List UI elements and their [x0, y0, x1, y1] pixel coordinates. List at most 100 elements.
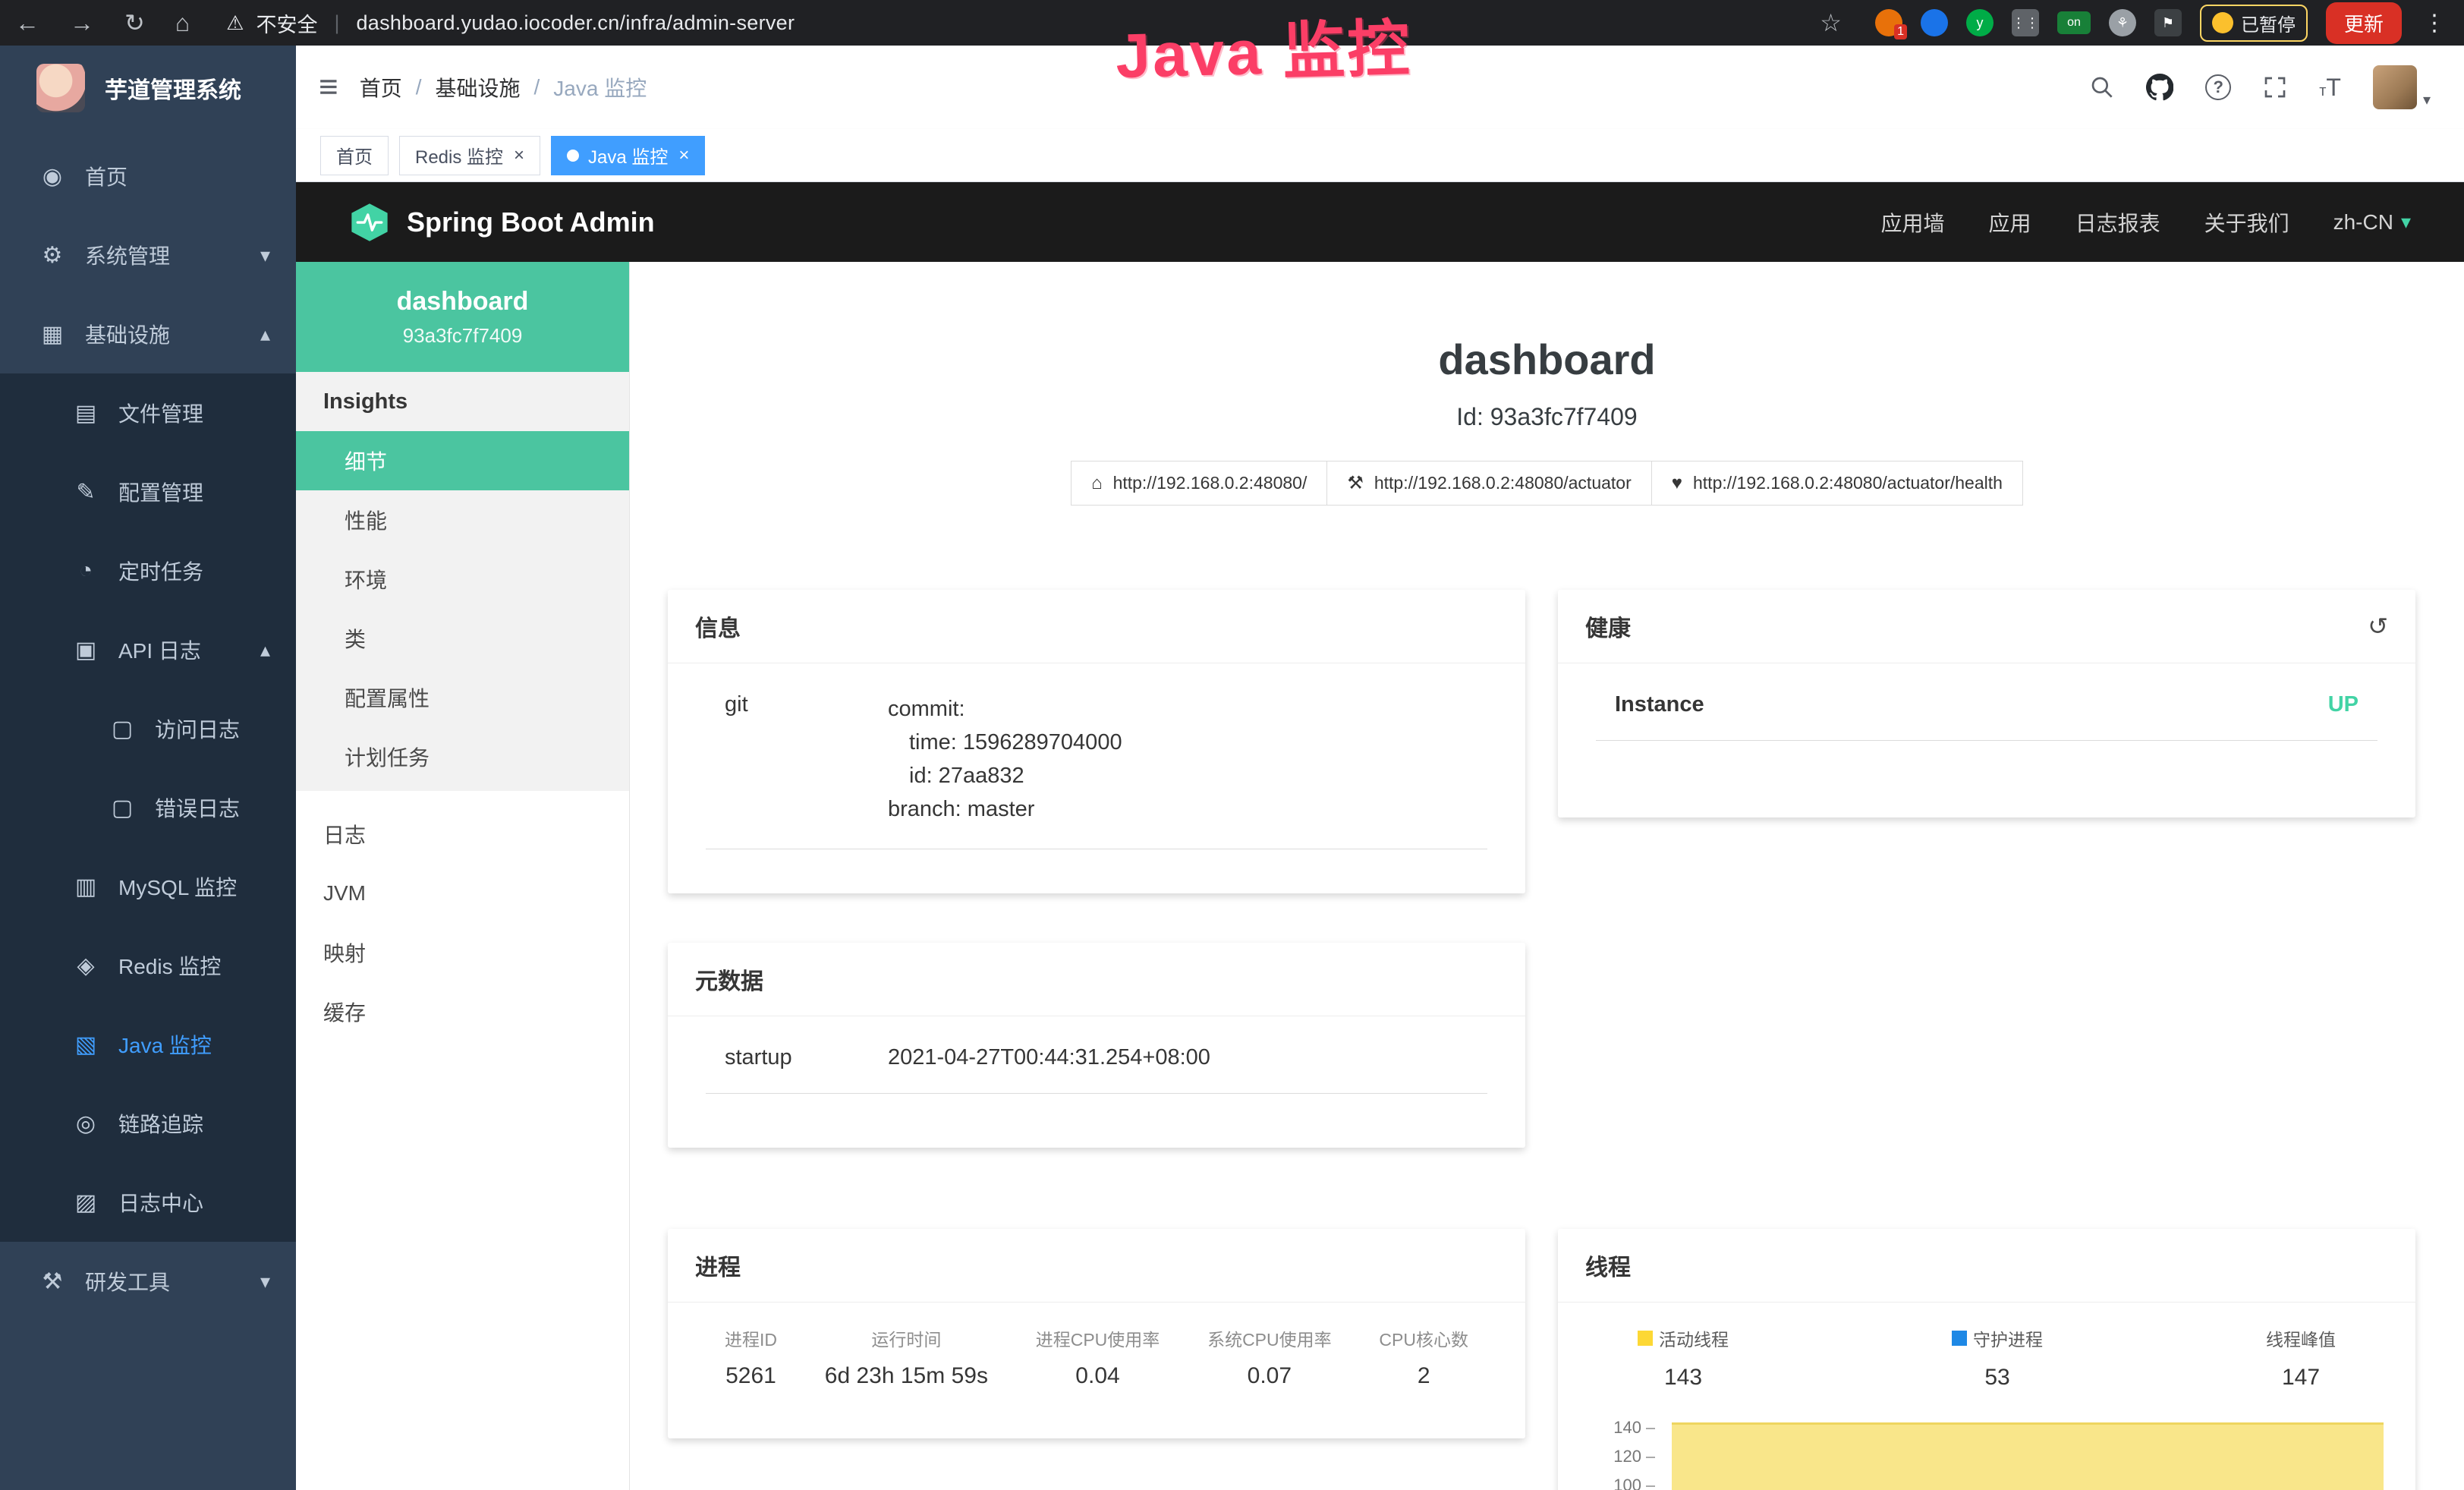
grid-extension-icon[interactable]: ⋮⋮: [2012, 9, 2039, 36]
update-button[interactable]: 更新: [2326, 2, 2402, 44]
forward-icon[interactable]: →: [70, 9, 94, 37]
sidebar-item-error-logs[interactable]: ▢ 错误日志: [0, 768, 296, 847]
sidebar-item-file-mgmt[interactable]: ▤ 文件管理: [0, 373, 296, 452]
app-title: 芋道管理系统: [105, 71, 241, 105]
actuator-url-button[interactable]: ⚒ http://192.168.0.2:48080/actuator: [1327, 461, 1651, 506]
tab-redis-monitor[interactable]: Redis 监控 ×: [399, 136, 540, 175]
github-icon[interactable]: [2146, 74, 2173, 101]
health-key: Instance: [1615, 692, 1704, 717]
warning-icon: ⚠: [226, 11, 244, 35]
info-line: branch: master: [888, 792, 1468, 826]
url-text[interactable]: dashboard.yudao.iocoder.cn/infra/admin-s…: [356, 11, 795, 35]
sba-nav-journal[interactable]: 日志报表: [2075, 207, 2160, 238]
paused-chip[interactable]: 已暂停: [2200, 5, 2308, 42]
sidebar-item-trace[interactable]: ◎ 链路追踪: [0, 1084, 296, 1163]
sidebar-item-config-mgmt[interactable]: ✎ 配置管理: [0, 452, 296, 531]
sidebar-item-access-logs[interactable]: ▢ 访问日志: [0, 689, 296, 768]
font-size-icon[interactable]: тT: [2319, 74, 2341, 102]
fox-extension-icon[interactable]: 1: [1875, 9, 1902, 36]
health-card-title: 健康: [1585, 610, 1631, 643]
wrench-icon: ⚒: [1347, 472, 1364, 494]
inst-item-scheduled[interactable]: 计划任务: [296, 727, 629, 786]
cell-value: 0.07: [1207, 1363, 1332, 1389]
user-menu[interactable]: ▾: [2373, 65, 2431, 109]
breadcrumb-home[interactable]: 首页: [360, 72, 402, 102]
inst-item-logs[interactable]: 日志: [296, 805, 629, 864]
process-col-sys-cpu: 系统CPU使用率 0.07: [1207, 1325, 1332, 1389]
sba-nav-about[interactable]: 关于我们: [2204, 207, 2289, 238]
leaf-extension-icon[interactable]: ⚘: [2109, 9, 2136, 36]
instance-header[interactable]: dashboard 93a3fc7f7409: [296, 262, 629, 372]
health-url-button[interactable]: ♥ http://192.168.0.2:48080/actuator/heal…: [1652, 461, 2023, 506]
switch-extension-icon[interactable]: on: [2057, 11, 2091, 34]
sidebar-item-java-monitor[interactable]: ▧ Java 监控: [0, 1005, 296, 1084]
inst-item-caches[interactable]: 缓存: [296, 982, 629, 1041]
process-col-pid: 进程ID 5261: [725, 1325, 777, 1389]
green-extension-icon[interactable]: y: [1966, 9, 1994, 36]
sidebar-item-scheduled-tasks[interactable]: ◔ 定时任务: [0, 531, 296, 610]
close-icon[interactable]: ×: [678, 145, 689, 166]
fullscreen-icon[interactable]: [2263, 75, 2287, 99]
breadcrumb-infrastructure[interactable]: 基础设施: [435, 72, 520, 102]
breadcrumb-separator: /: [534, 75, 540, 99]
inst-item-mappings[interactable]: 映射: [296, 923, 629, 982]
active-threads-swatch: [1638, 1331, 1653, 1346]
instance-url-button[interactable]: ⌂ http://192.168.0.2:48080/: [1071, 461, 1327, 506]
reload-icon[interactable]: ↻: [124, 8, 145, 37]
help-icon[interactable]: ?: [2205, 74, 2231, 100]
y-tick: 120: [1596, 1447, 1655, 1466]
back-icon[interactable]: ←: [15, 9, 39, 37]
column-header: 进程ID: [725, 1325, 777, 1351]
inst-item-performance[interactable]: 性能: [296, 490, 629, 550]
sba-nav-applications[interactable]: 应用: [1989, 207, 2031, 238]
history-icon[interactable]: ↺: [2368, 612, 2388, 641]
legend-value: 143: [1638, 1365, 1729, 1391]
edit-icon: ✎: [70, 479, 102, 506]
puzzle-extension-icon[interactable]: ⚑: [2154, 9, 2182, 36]
sba-brand[interactable]: Spring Boot Admin: [296, 202, 655, 243]
sba-locale-select[interactable]: zh-CN ▾: [2333, 210, 2411, 235]
inst-item-classes[interactable]: 类: [296, 609, 629, 668]
column-header: 运行时间: [825, 1325, 988, 1351]
sba-nav-wallboard[interactable]: 应用墙: [1881, 207, 1945, 238]
inst-item-jvm[interactable]: JVM: [296, 864, 629, 923]
app-logo-row[interactable]: 芋道管理系统: [0, 46, 296, 131]
legend-label: 守护进程: [1973, 1325, 2043, 1351]
sidebar-item-dev-tools[interactable]: ⚒ 研发工具 ▾: [0, 1242, 296, 1321]
avatar[interactable]: [2373, 65, 2417, 109]
tab-label: Redis 监控: [415, 142, 503, 169]
inst-item-config-props[interactable]: 配置属性: [296, 668, 629, 727]
sidebar-item-infrastructure[interactable]: ▦ 基础设施 ▴: [0, 295, 296, 373]
address-bar[interactable]: ⚠ 不安全 | dashboard.yudao.iocoder.cn/infra…: [226, 8, 795, 38]
hamburger-icon[interactable]: ≡: [319, 68, 338, 106]
legend-value: 53: [1952, 1365, 2043, 1391]
tab-java-monitor[interactable]: Java 监控 ×: [551, 136, 705, 175]
log-center-icon: ▨: [70, 1189, 102, 1216]
sidebar-item-label: 链路追踪: [118, 1108, 203, 1139]
search-icon[interactable]: [2090, 75, 2114, 99]
tab-home[interactable]: 首页: [320, 136, 389, 175]
timer-icon: ◔: [70, 558, 102, 584]
drop-extension-icon[interactable]: [1921, 9, 1948, 36]
inst-item-details[interactable]: 细节: [296, 431, 629, 490]
sidebar-item-api-logs[interactable]: ▣ API 日志 ▴: [0, 610, 296, 689]
legend-label: 活动线程: [1659, 1325, 1729, 1351]
bookmark-star-icon[interactable]: ☆: [1820, 8, 1842, 37]
home-icon[interactable]: ⌂: [175, 9, 190, 37]
info-line: time: 1596289704000: [888, 726, 1468, 759]
process-col-uptime: 运行时间 6d 23h 15m 59s: [825, 1325, 988, 1389]
sidebar-item-home[interactable]: ◉ 首页: [0, 137, 296, 216]
infrastructure-icon: ▦: [36, 321, 68, 348]
close-icon[interactable]: ×: [514, 145, 524, 166]
sidebar-item-mysql-monitor[interactable]: ▥ MySQL 监控: [0, 847, 296, 926]
browser-menu-icon[interactable]: ⋮: [2423, 10, 2446, 36]
app-logo-icon: [36, 64, 85, 112]
breadcrumb-current: Java 监控: [553, 72, 647, 102]
breadcrumb: 首页 / 基础设施 / Java 监控: [360, 72, 647, 102]
instance-id: 93a3fc7f7409: [403, 324, 523, 348]
health-card: 健康 ↺ Instance UP: [1558, 590, 2415, 817]
inst-item-environment[interactable]: 环境: [296, 550, 629, 609]
sidebar-item-system-mgmt[interactable]: ⚙ 系统管理 ▾: [0, 216, 296, 295]
sidebar-item-log-center[interactable]: ▨ 日志中心: [0, 1163, 296, 1242]
sidebar-item-redis-monitor[interactable]: ◈ Redis 监控: [0, 926, 296, 1005]
